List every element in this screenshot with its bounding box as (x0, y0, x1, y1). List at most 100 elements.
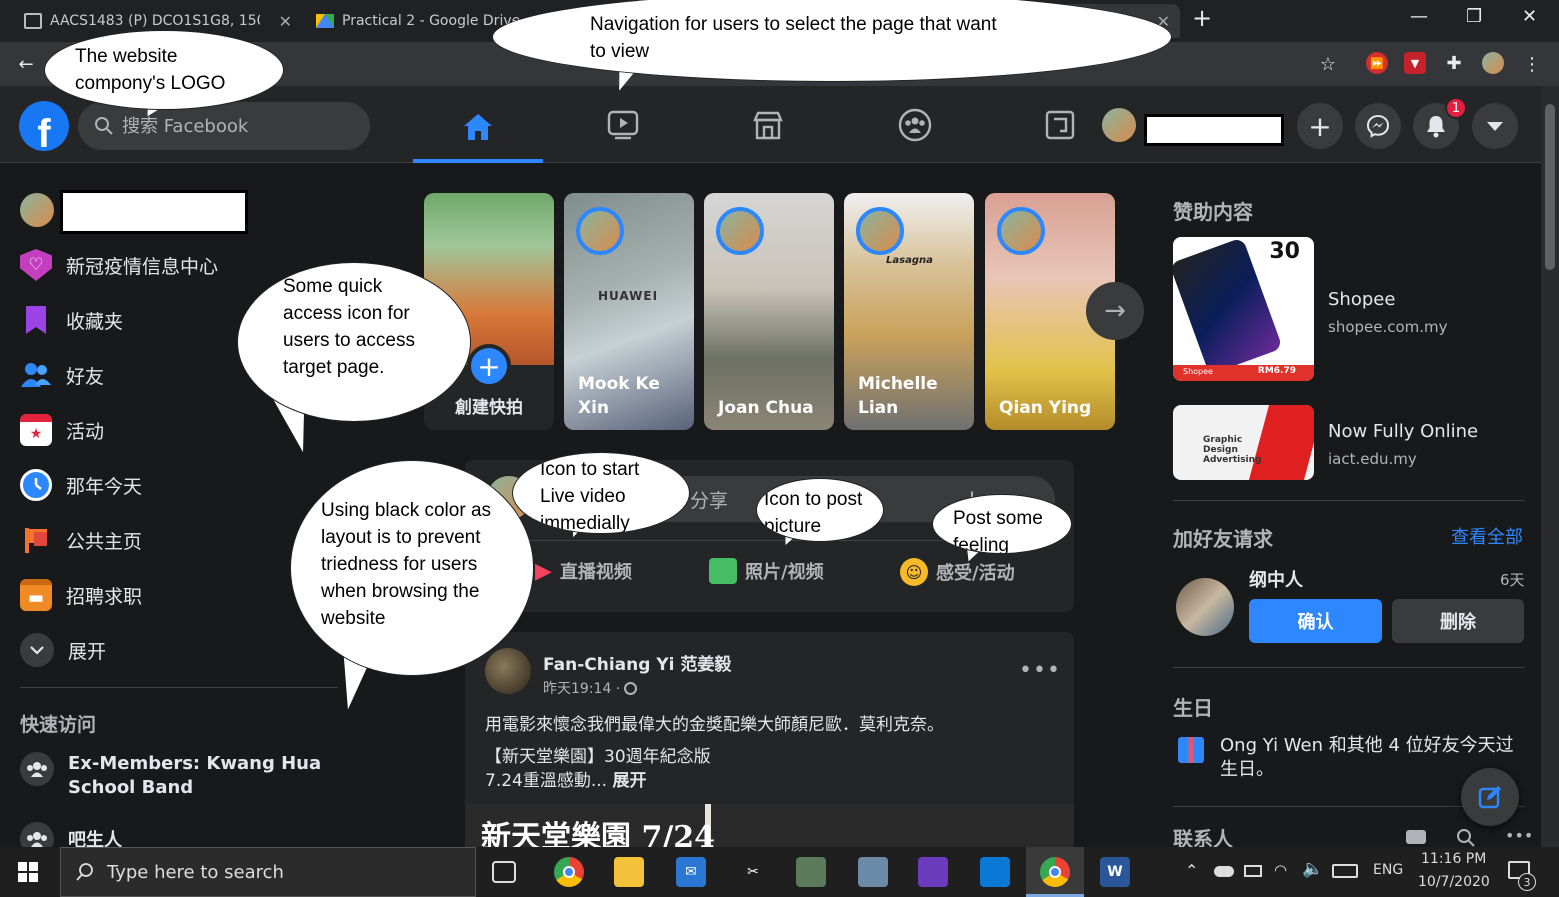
clock-icon (20, 469, 52, 501)
visual-studio-icon[interactable] (918, 857, 948, 887)
callout-text: The website compony's LOGO (75, 46, 226, 94)
post-author[interactable]: Fan-Chiang Yi 范姜毅 (543, 650, 731, 675)
request-age: 6天 (1500, 571, 1525, 589)
task-view-icon[interactable] (492, 861, 516, 883)
facebook-logo[interactable]: f (19, 101, 69, 151)
wifi-icon[interactable]: ◠ (1274, 861, 1287, 879)
sidebar-item-events[interactable]: ★ 活动 (20, 410, 104, 450)
pocket-icon[interactable]: ▼ (1404, 52, 1426, 74)
notifications-button[interactable]: 1 (1413, 97, 1467, 149)
ad-name[interactable]: Shopee (1328, 289, 1395, 310)
see-all-link[interactable]: 查看全部 (1451, 523, 1523, 549)
post-author-avatar[interactable] (485, 648, 531, 694)
tab-close-icon[interactable]: ✕ (279, 12, 292, 31)
bell-icon (1427, 116, 1445, 138)
search-icon[interactable] (1456, 828, 1476, 848)
extension-icon[interactable]: ⏩ (1366, 52, 1388, 74)
sidebar-item-jobs[interactable]: ▬ 招聘求职 (20, 575, 142, 615)
profile-name-redacted[interactable] (60, 190, 248, 234)
new-tab-icon[interactable]: + (1192, 4, 1212, 32)
onedrive-icon[interactable] (1214, 866, 1234, 877)
shortcut-item[interactable]: Ex-Members: Kwang Hua School Band (20, 752, 340, 800)
see-more-link[interactable]: 展开 (612, 771, 646, 791)
nav-home-tab[interactable] (413, 94, 543, 163)
post-time[interactable]: 昨天19:14 · (543, 678, 620, 698)
battery-icon[interactable] (1244, 865, 1262, 877)
window-close-icon[interactable]: ✕ (1522, 6, 1537, 27)
taskbar-search[interactable]: Type here to search (60, 847, 476, 897)
story-card[interactable]: HUAWEI Mook Ke Xin (564, 193, 694, 430)
chrome-icon[interactable] (554, 857, 584, 887)
briefcase-icon: ▬ (20, 579, 52, 611)
page-scrollbar[interactable] (1541, 86, 1559, 847)
add-story-plus-icon[interactable]: + (467, 344, 511, 388)
photo-video-label: 照片/视频 (745, 562, 824, 583)
mail-icon[interactable]: ✉ (676, 857, 706, 887)
photo-video-button[interactable]: 照片/视频 (709, 558, 824, 584)
puzzle-icon[interactable]: ✚ (1443, 52, 1465, 74)
bookmark-star-icon[interactable]: ☆ (1316, 52, 1340, 76)
new-message-button[interactable] (1461, 768, 1519, 826)
feeling-activity-button[interactable]: ☺ 感受/活动 (900, 558, 1015, 586)
app-icon[interactable] (796, 857, 826, 887)
ad-thumbnail[interactable]: 30 Shopee RM6.79 (1173, 237, 1314, 381)
profile-name-redacted[interactable] (1144, 114, 1284, 146)
fb-search-box[interactable] (78, 102, 370, 150)
account-menu-button[interactable] (1472, 103, 1518, 149)
notification-badge: 1 (1445, 97, 1467, 119)
more-icon[interactable]: ••• (1505, 826, 1533, 845)
post-video[interactable]: 新天堂樂園 7/24 (465, 804, 1074, 852)
volume-icon[interactable]: 🔈 (1302, 859, 1323, 879)
stories-next-button[interactable]: → (1086, 282, 1144, 340)
video-call-icon[interactable] (1406, 830, 1426, 844)
sidebar-item-expand[interactable]: 展开 (20, 630, 106, 670)
word-icon[interactable]: W (1100, 857, 1130, 887)
phone-image (1173, 237, 1283, 375)
clock-time[interactable]: 11:16 PM (1421, 851, 1486, 867)
request-avatar[interactable] (1176, 578, 1234, 636)
tray-chevron-up-icon[interactable]: ⌃ (1185, 861, 1198, 880)
vscode-icon[interactable] (980, 857, 1010, 887)
story-card[interactable]: Joan Chua (704, 193, 834, 430)
confirm-request-button[interactable]: 确认 (1249, 599, 1382, 643)
callout-picture: Icon to post picture (756, 478, 884, 542)
ad-thumbnail[interactable]: Graphic Design Advertising (1173, 405, 1314, 480)
ad-name[interactable]: Now Fully Online (1328, 421, 1478, 442)
post-options-icon[interactable]: ••• (1019, 658, 1061, 683)
live-video-button[interactable]: ▶ 直播视频 (535, 558, 632, 584)
delete-request-button[interactable]: 删除 (1392, 599, 1524, 643)
sidebar-item-saved[interactable]: 收藏夹 (20, 300, 123, 340)
messenger-button[interactable] (1355, 103, 1401, 149)
windows-start-icon[interactable] (18, 862, 38, 882)
sidebar-item-covid[interactable]: ♡ 新冠疫情信息中心 (20, 245, 218, 285)
snip-icon[interactable]: ✂ (738, 857, 768, 887)
language-indicator[interactable]: ENG (1373, 862, 1403, 878)
profile-avatar[interactable] (1102, 108, 1136, 142)
restore-icon[interactable]: ❐ (1466, 6, 1482, 27)
post-text: 【新天堂樂園】30週年紀念版 (485, 747, 711, 767)
scroll-thumb[interactable] (1545, 104, 1555, 270)
sidebar-item-memories[interactable]: 那年今天 (20, 465, 142, 505)
nav-marketplace-tab[interactable] (703, 94, 833, 156)
profile-avatar[interactable] (20, 193, 54, 227)
chrome-active-task[interactable] (1026, 847, 1084, 897)
sidebar-item-pages[interactable]: 公共主页 (20, 520, 142, 560)
app-icon[interactable] (858, 857, 888, 887)
nav-watch-tab[interactable] (558, 94, 688, 156)
sidebar-item-label: 展开 (68, 640, 107, 663)
kebab-menu-icon[interactable]: ⋮ (1520, 52, 1544, 76)
sidebar-item-friends[interactable]: 好友 (20, 355, 104, 395)
keyboard-icon[interactable] (1332, 864, 1358, 878)
back-arrow-icon[interactable]: ← (14, 52, 38, 76)
story-card[interactable]: Lasagna Michelle Lian (844, 193, 974, 430)
profile-avatar[interactable] (1482, 52, 1504, 74)
nav-groups-tab[interactable] (850, 94, 980, 156)
create-button[interactable]: + (1297, 103, 1343, 149)
live-video-label: 直播视频 (559, 562, 632, 583)
request-name[interactable]: 纲中人 (1249, 566, 1303, 592)
feed-post: Fan-Chiang Yi 范姜毅 昨天19:14 · ••• 用電影來懷念我們… (465, 632, 1074, 852)
file-explorer-icon[interactable] (614, 857, 644, 887)
sidebar-divider (20, 687, 338, 688)
clock-date[interactable]: 10/7/2020 (1418, 874, 1490, 890)
minimize-icon[interactable]: — (1410, 6, 1428, 27)
